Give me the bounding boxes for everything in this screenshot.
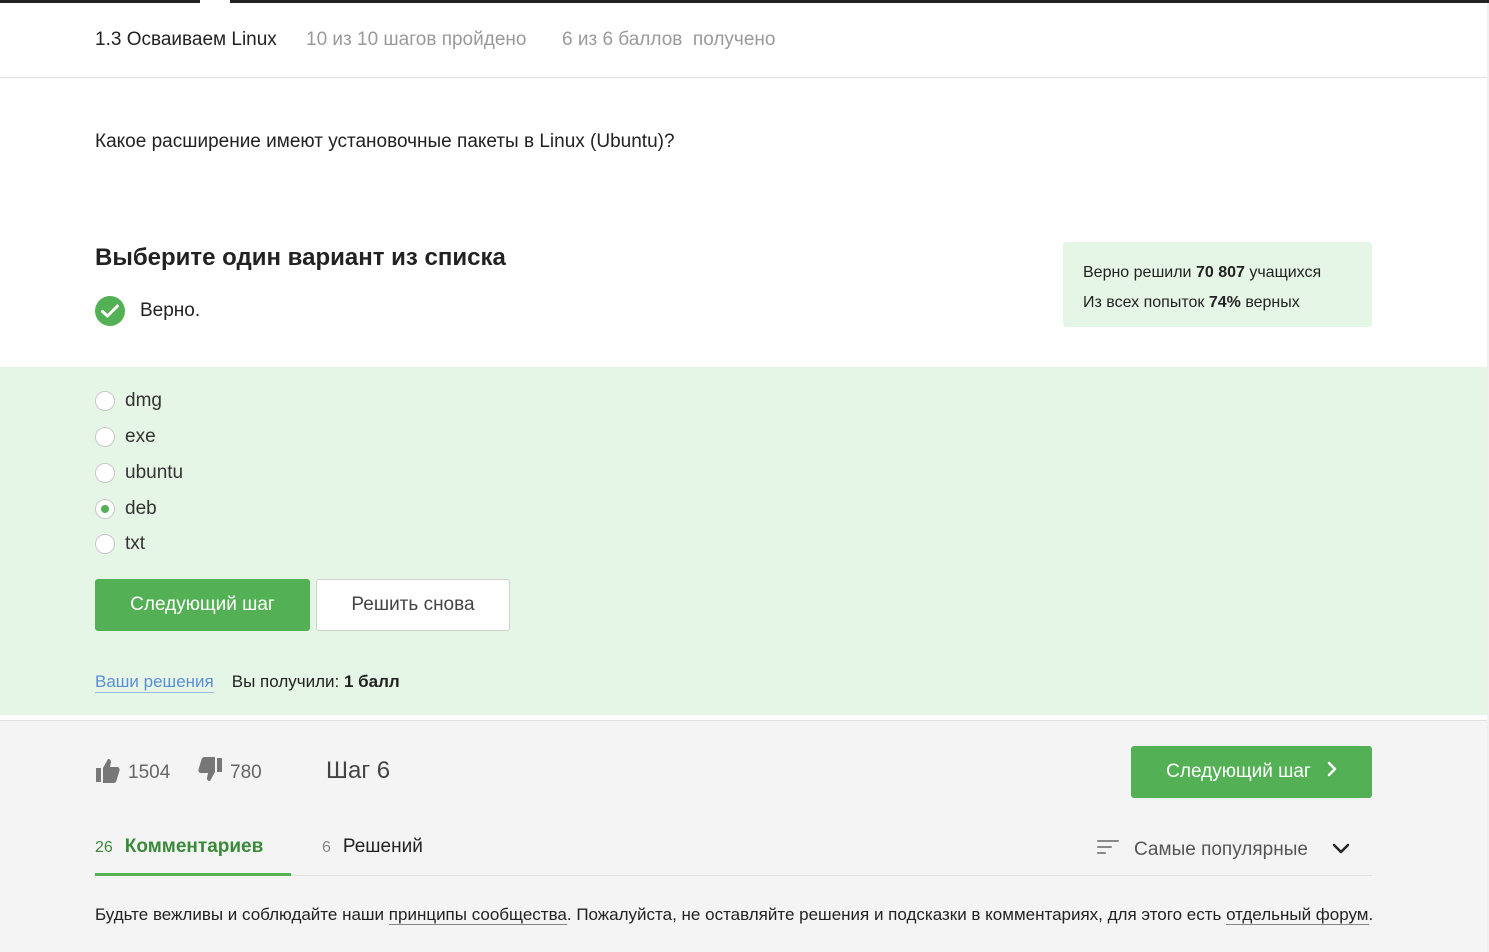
answers-area	[0, 367, 1487, 715]
tab-comments[interactable]: 26 Комментариев	[95, 836, 263, 876]
stats-solved: Верно решили 70 807 учащихся	[1083, 264, 1322, 281]
chevron-right-icon	[1327, 761, 1337, 783]
comments-count: 26	[95, 839, 113, 856]
steps-progress: 10 из 10 шагов пройдено	[306, 29, 527, 50]
points-progress: 6 из 6 баллов получено	[562, 29, 776, 50]
dislikes-count: 780	[230, 762, 262, 783]
step-number: Шаг 6	[326, 757, 391, 784]
lesson-header: 1.3 Осваиваем Linux 10 из 10 шагов пройд…	[0, 3, 1489, 78]
quiz-title: Выберите один вариант из списка	[95, 244, 506, 271]
like-button[interactable]: 1504	[94, 758, 170, 788]
community-principles-link[interactable]: принципы сообщества	[388, 905, 567, 925]
your-solutions-link[interactable]: Ваши решения	[95, 672, 214, 693]
next-step-label: Следующий шаг	[1166, 761, 1311, 782]
option-label[interactable]: txt	[125, 533, 145, 555]
checkmark-icon	[95, 296, 125, 326]
community-rules: Будьте вежливы и соблюдайте наши принцип…	[95, 905, 1374, 925]
verdict: Верно.	[95, 296, 200, 326]
stats-panel: Верно решили 70 807 учащихся Из всех поп…	[1063, 242, 1372, 327]
option-deb[interactable]: deb	[95, 497, 157, 521]
sort-label: Самые популярные	[1134, 839, 1308, 860]
active-tab-indicator	[95, 873, 291, 876]
option-exe[interactable]: exe	[95, 425, 156, 449]
option-label[interactable]: ubuntu	[125, 462, 183, 484]
solutions-count: 6	[322, 839, 331, 856]
radio-button-selected[interactable]	[95, 499, 115, 519]
option-label[interactable]: dmg	[125, 390, 162, 412]
sort-dropdown[interactable]: Самые популярные	[1097, 836, 1350, 864]
option-dmg[interactable]: dmg	[95, 389, 162, 413]
radio-button[interactable]	[95, 391, 115, 411]
points-value: 1 балл	[343, 672, 400, 691]
tab-solutions[interactable]: 6 Решений	[322, 836, 423, 876]
lesson-title[interactable]: 1.3 Осваиваем Linux	[95, 29, 277, 51]
solutions-row: Ваши решения Вы получили: 1 балл	[95, 672, 400, 693]
dislike-button[interactable]: 780	[196, 756, 262, 790]
option-label[interactable]: exe	[125, 426, 156, 448]
sort-icon	[1097, 839, 1119, 861]
solutions-label: Решений	[342, 836, 423, 857]
verdict-text: Верно.	[140, 300, 201, 321]
option-label[interactable]: deb	[125, 498, 157, 520]
option-ubuntu[interactable]: ubuntu	[95, 461, 183, 485]
radio-button[interactable]	[95, 427, 115, 447]
question-text: Какое расширение имеют установочные паке…	[95, 131, 675, 152]
solve-again-button[interactable]: Решить снова	[316, 579, 510, 631]
comments-label: Комментариев	[124, 836, 264, 857]
likes-count: 1504	[128, 762, 171, 783]
next-step-button-footer[interactable]: Следующий шаг	[1131, 746, 1372, 798]
thumbs-down-icon[interactable]	[196, 756, 224, 790]
solved-count: 70 807	[1195, 264, 1245, 281]
next-step-button[interactable]: Следующий шаг	[95, 579, 310, 631]
thumbs-up-icon[interactable]	[94, 756, 122, 790]
option-txt[interactable]: txt	[95, 532, 145, 556]
stats-attempts: Из всех попыток 74% верных	[1083, 294, 1300, 311]
radio-button[interactable]	[95, 534, 115, 554]
radio-button[interactable]	[95, 463, 115, 483]
points-received: Вы получили: 1 балл	[231, 672, 400, 691]
chevron-down-icon[interactable]	[1332, 839, 1350, 861]
attempts-percent: 74%	[1208, 294, 1241, 311]
forum-link[interactable]: отдельный форум	[1226, 905, 1369, 925]
